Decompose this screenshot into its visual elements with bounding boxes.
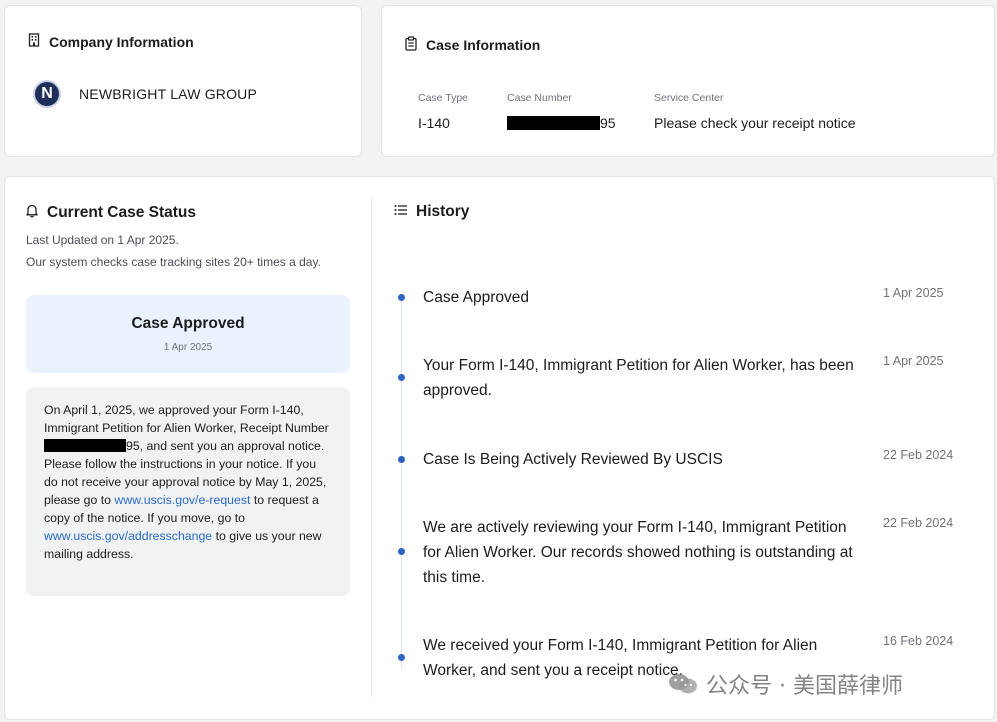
history-title: History — [416, 203, 470, 220]
history-item-date: 1 Apr 2025 — [883, 286, 944, 300]
column-divider — [371, 197, 372, 697]
case-info-title: Case Information — [426, 37, 541, 53]
history-item-date: 22 Feb 2024 — [883, 448, 954, 462]
service-center-label: Service Center — [654, 92, 724, 104]
status-headline: Case Approved — [131, 315, 245, 332]
wechat-watermark: 公众号 · 美国薛律师 — [668, 668, 903, 700]
case-type-field: Case Type I-140 — [418, 92, 468, 131]
service-center-field: Service Center Please check your receipt… — [654, 92, 856, 131]
bell-icon — [25, 203, 39, 223]
e-request-link[interactable]: www.uscis.gov/e-request — [114, 493, 250, 507]
status-headline-box: Case Approved 1 Apr 2025 — [26, 295, 350, 373]
history-item-text: Your Form I-140, Immigrant Petition for … — [423, 357, 854, 399]
company-name: NEWBRIGHT LAW GROUP — [79, 86, 258, 102]
service-center-value: Please check your receipt notice — [654, 115, 856, 131]
company-logo: N — [33, 80, 61, 108]
wechat-icon — [668, 673, 698, 695]
case-info-card: Case Information Case Type I-140 Case Nu… — [381, 5, 995, 157]
case-info-header: Case Information — [404, 36, 540, 54]
building-icon — [27, 33, 41, 50]
status-description: On April 1, 2025, we approved your Form … — [26, 387, 350, 596]
history-item-date: 1 Apr 2025 — [883, 354, 944, 368]
current-status-title: Current Case Status — [47, 204, 197, 221]
receipt-redaction-bar — [44, 439, 126, 452]
redaction-bar — [507, 116, 600, 130]
company-info-title: Company Information — [49, 33, 194, 50]
last-updated-text: Last Updated on 1 Apr 2025. — [26, 233, 179, 247]
timeline-dot — [398, 548, 405, 555]
history-item-date: 22 Feb 2024 — [883, 516, 954, 530]
address-change-link[interactable]: www.uscis.gov/addresschange — [44, 529, 212, 543]
status-history-card: Current Case Status Last Updated on 1 Ap… — [4, 176, 995, 720]
case-number-value: 95 — [507, 115, 616, 131]
clipboard-icon — [404, 36, 418, 54]
timeline-dot — [398, 456, 405, 463]
case-type-value: I-140 — [418, 115, 450, 131]
timeline-dot — [398, 294, 405, 301]
case-number-field: Case Number 95 — [507, 92, 616, 131]
status-headline-date: 1 Apr 2025 — [163, 342, 213, 353]
history-header: History — [394, 203, 469, 221]
history-item-text: Case Approved — [423, 289, 529, 306]
company-info-header: Company Information — [27, 33, 194, 50]
timeline-dot — [398, 374, 405, 381]
history-item-text: Case Is Being Actively Reviewed By USCIS — [423, 451, 723, 468]
company-info-card: Company Information N NEWBRIGHT LAW GROU… — [4, 5, 362, 157]
desc-text-1: On April 1, 2025, we approved your Form … — [44, 403, 329, 435]
case-number-label: Case Number — [507, 92, 572, 104]
timeline-dot — [398, 654, 405, 661]
history-item-date: 16 Feb 2024 — [883, 634, 954, 648]
history-item-text: We are actively reviewing your Form I-14… — [423, 519, 853, 586]
case-number-suffix: 95 — [600, 115, 616, 131]
company-row: N NEWBRIGHT LAW GROUP — [33, 80, 257, 108]
timeline-line — [401, 295, 402, 669]
watermark-text: 公众号 · 美国薛律师 — [706, 674, 903, 699]
list-icon — [394, 203, 408, 221]
case-type-label: Case Type — [418, 92, 469, 104]
checks-note-text: Our system checks case tracking sites 20… — [26, 255, 321, 269]
current-status-header: Current Case Status — [25, 203, 196, 223]
